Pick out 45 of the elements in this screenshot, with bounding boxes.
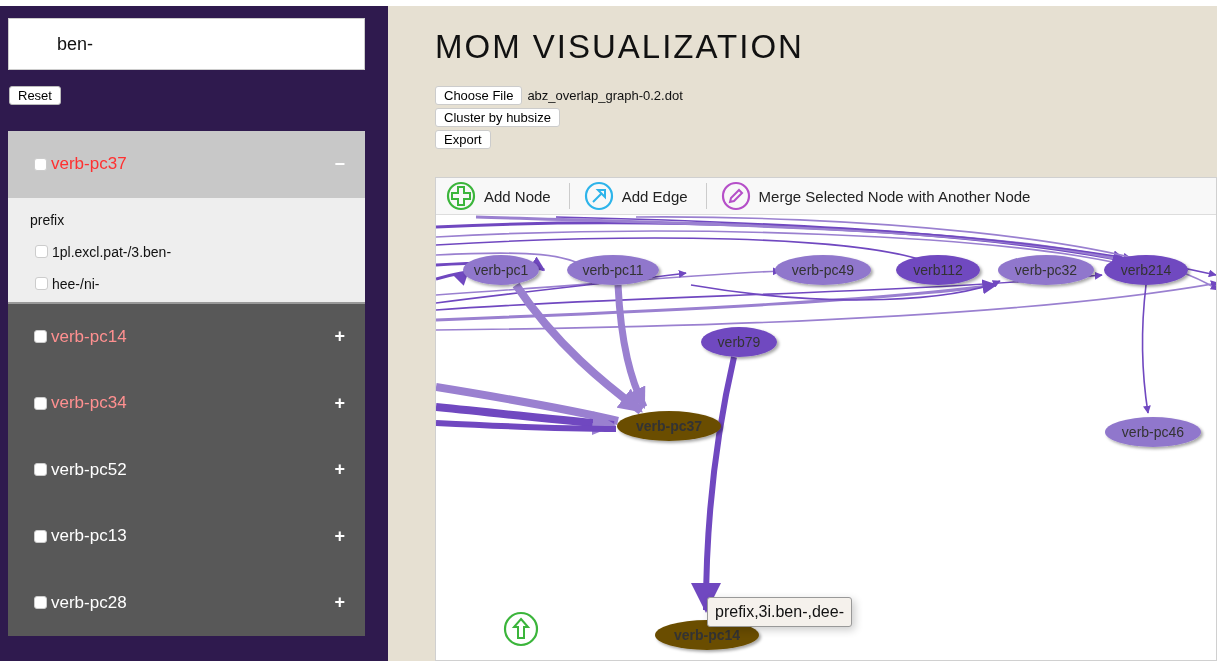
accordion-header[interactable]: verb-pc28 + [8, 569, 365, 636]
group-label: verb-pc28 [51, 592, 128, 613]
graph-node[interactable]: verb-pc32 [998, 255, 1094, 285]
group-label: verb-pc52 [51, 459, 128, 480]
toolbar-button[interactable]: Merge Selected Node with Another Node [720, 181, 1035, 211]
tooltip: prefix,3i.ben-,dee- [707, 597, 852, 627]
group-label: verb-pc34 [51, 393, 128, 414]
graph-node[interactable]: verb-pc49 [775, 255, 871, 285]
toggle-icon[interactable]: + [334, 459, 345, 481]
option-label: hee-/ni- [52, 275, 100, 292]
accordion-header[interactable]: verb-pc14 + [8, 303, 365, 370]
checkbox[interactable] [34, 463, 47, 477]
pencil-icon [720, 181, 751, 211]
group-label: verb-pc37 [51, 154, 128, 175]
group-label: verb-pc13 [51, 526, 128, 547]
graph-node[interactable]: verb-pc11 [567, 255, 659, 285]
checkbox[interactable] [34, 529, 47, 543]
accordion-header[interactable]: verb-pc13 + [8, 503, 365, 570]
group-label: verb-pc14 [51, 326, 128, 347]
reset-button[interactable]: Reset [9, 86, 61, 105]
toolbar-button[interactable]: Add Edge [583, 181, 692, 211]
plus-icon [446, 181, 476, 211]
page-title: MOM VISUALIZATION [435, 28, 805, 66]
toggle-icon[interactable]: + [334, 392, 345, 414]
accordion-header[interactable]: verb-pc52 + [8, 436, 365, 503]
action-button[interactable]: Cluster by hubsize [435, 108, 560, 127]
choose-file-button[interactable]: Choose File [435, 86, 523, 105]
checkbox[interactable] [34, 157, 47, 171]
graph-node[interactable]: verb-pc46 [1105, 417, 1201, 447]
checkbox[interactable] [34, 330, 47, 344]
checkbox[interactable] [34, 596, 47, 610]
accordion-header[interactable]: verb-pc34 + [8, 370, 365, 437]
search-field[interactable]: ben- [8, 18, 365, 70]
file-name: abz_overlap_graph-0.2.dot [527, 88, 683, 103]
toggle-icon[interactable]: + [334, 592, 345, 614]
checkbox[interactable] [35, 245, 48, 258]
toggle-icon[interactable]: + [334, 525, 345, 547]
action-button[interactable]: Export [435, 130, 491, 149]
toolbar-button[interactable]: Add Node [446, 181, 555, 211]
section-label: prefix [30, 211, 66, 228]
checkbox[interactable] [35, 277, 48, 290]
option-label: 1pl.excl.pat-/3.ben- [52, 243, 172, 260]
graph-node[interactable]: verb-pc1 [463, 255, 539, 285]
toggle-icon[interactable]: + [334, 326, 345, 348]
checkbox[interactable] [34, 396, 47, 410]
